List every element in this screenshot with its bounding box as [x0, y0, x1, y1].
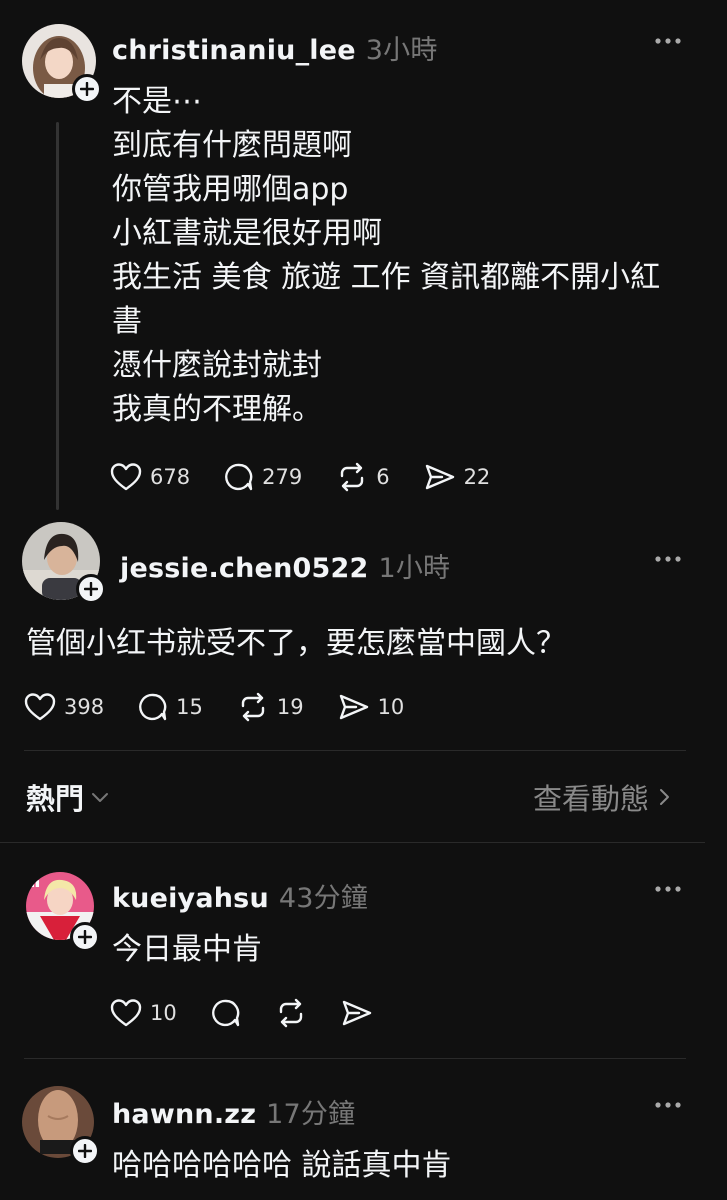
chevron-right-icon: [660, 789, 669, 805]
repost-button[interactable]: 6: [336, 462, 390, 492]
thread-line: [56, 122, 59, 510]
follow-button[interactable]: [72, 74, 102, 104]
post-author[interactable]: jessie.chen0522 1小時: [120, 546, 450, 585]
divider: [24, 750, 686, 751]
divider: [0, 842, 705, 843]
reply-author[interactable]: kueiyahsu 43分鐘: [112, 876, 368, 915]
heart-icon: [24, 693, 56, 721]
post-line: 書: [112, 304, 142, 339]
more-icon: [655, 886, 681, 892]
reply-button[interactable]: [211, 998, 241, 1028]
post-line: 管個小红书就受不了，要怎麼當中國人？: [26, 626, 566, 661]
post-line: 你管我用哪個app: [112, 172, 349, 207]
post-line: 我真的不理解。: [112, 392, 322, 427]
repost-button[interactable]: 19: [237, 692, 304, 722]
more-icon: [655, 556, 681, 562]
reply-button[interactable]: 15: [138, 692, 203, 722]
divider: [24, 1058, 686, 1059]
more-icon: [655, 38, 681, 44]
more-button[interactable]: [655, 1102, 681, 1108]
share-icon: [425, 464, 454, 490]
follow-button[interactable]: [76, 574, 106, 604]
reply-text: 今日最中肯: [112, 932, 262, 967]
follow-plus-icon: [80, 82, 94, 96]
follow-plus-icon: [78, 1144, 92, 1158]
post-line: 憑什麼說封就封: [112, 348, 322, 383]
reply-button[interactable]: 279: [224, 462, 302, 492]
repost-count: 19: [276, 695, 304, 719]
sort-dropdown[interactable]: 熱門: [26, 776, 110, 818]
post-time: 1小時: [378, 553, 451, 584]
post-actions: 398 15 19 10: [24, 692, 438, 722]
reply-body: 今日最中肯: [112, 928, 692, 972]
reply-count: 15: [176, 695, 203, 719]
like-button[interactable]: 398: [24, 692, 104, 722]
share-button[interactable]: [341, 998, 373, 1028]
post-body: 不是⋯ 到底有什麼問題啊 你管我用哪個app 小紅書就是很好用啊 我生活 美食 …: [112, 80, 702, 432]
repost-button[interactable]: [275, 998, 307, 1028]
follow-button[interactable]: [70, 922, 100, 952]
like-count: 10: [150, 1001, 177, 1025]
comment-icon: [139, 693, 167, 721]
post-line: 不是⋯: [112, 84, 202, 119]
share-icon: [339, 694, 368, 720]
like-button[interactable]: 678: [110, 462, 190, 492]
username[interactable]: jessie.chen0522: [120, 553, 368, 584]
post-line: 小紅書就是很好用啊: [112, 216, 382, 251]
follow-plus-icon: [84, 582, 98, 596]
share-icon: [342, 1000, 371, 1026]
reply-text: 哈哈哈哈哈哈 說話真中肯: [112, 1148, 452, 1183]
username[interactable]: hawnn.zz: [112, 1099, 256, 1130]
reply-count: 279: [262, 465, 303, 489]
comment-icon: [211, 999, 240, 1027]
post-author[interactable]: christinaniu_lee 3小時: [112, 28, 438, 67]
view-activity-label: 查看動態: [532, 782, 649, 816]
svg-text:▮▮: ▮▮: [30, 879, 40, 889]
username[interactable]: kueiyahsu: [112, 883, 269, 914]
username[interactable]: christinaniu_lee: [112, 35, 356, 66]
share-button[interactable]: 22: [424, 462, 491, 492]
comment-icon: [225, 463, 253, 491]
repost-icon: [279, 998, 302, 1028]
repost-icon: [340, 462, 364, 492]
more-button[interactable]: [655, 886, 681, 892]
share-count: 10: [377, 695, 405, 719]
post-time: 3小時: [365, 35, 438, 66]
like-count: 398: [64, 695, 105, 719]
like-button[interactable]: 10: [110, 998, 177, 1028]
follow-button[interactable]: [70, 1136, 100, 1166]
share-button[interactable]: 10: [338, 692, 405, 722]
post-actions: 678 279 6 22: [110, 462, 524, 492]
repost-icon: [241, 692, 265, 722]
more-button[interactable]: [655, 38, 681, 44]
follow-plus-icon: [78, 930, 92, 944]
post-line: 到底有什麼問題啊: [112, 128, 352, 163]
reply-time: 43分鐘: [278, 883, 369, 914]
reply-author[interactable]: hawnn.zz 17分鐘: [112, 1092, 355, 1131]
share-count: 22: [463, 465, 491, 489]
post-line: 我生活 美食 旅遊 工作 資訊都離不開小紅: [112, 260, 661, 295]
more-icon: [655, 1102, 681, 1108]
more-button[interactable]: [655, 556, 681, 562]
reply-body: 哈哈哈哈哈哈 說話真中肯: [112, 1144, 692, 1188]
reply-actions: 10: [110, 998, 407, 1028]
post-body: 管個小红书就受不了，要怎麼當中國人？: [26, 622, 706, 666]
view-activity-link[interactable]: 查看動態: [533, 776, 671, 818]
chevron-down-icon: [92, 793, 109, 802]
heart-icon: [110, 463, 142, 491]
repost-count: 6: [376, 465, 390, 489]
sort-label: 熱門: [26, 782, 85, 816]
heart-icon: [110, 999, 142, 1027]
reply-time: 17分鐘: [266, 1099, 356, 1130]
like-count: 678: [150, 465, 191, 489]
